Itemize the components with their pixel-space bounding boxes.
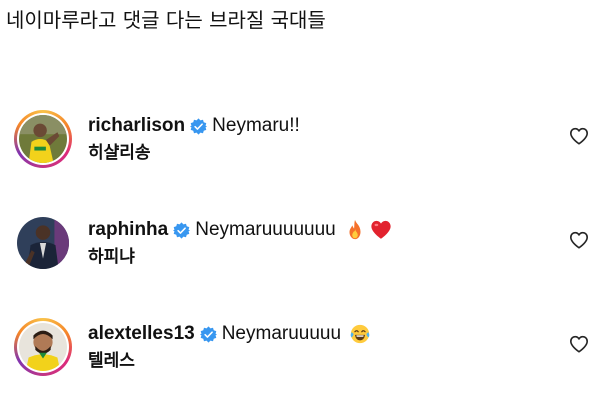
avatar-photo [19, 323, 67, 371]
red-heart-emoji-icon [370, 219, 392, 241]
comment-item: alextelles13 Neymaruuuuu 텔레스 [14, 318, 589, 380]
comment-item: raphinha Neymaruuuuuuu 하피냐 [14, 214, 589, 276]
verified-badge-icon [190, 117, 208, 135]
fire-emoji-icon [344, 219, 366, 241]
avatar[interactable] [14, 110, 72, 168]
heart-outline-icon[interactable] [569, 335, 589, 353]
comment-text: Neymaruuuuu [221, 323, 342, 344]
avatar[interactable] [14, 318, 72, 376]
comment-translation: 하피냐 [88, 247, 135, 267]
comment-username[interactable]: alextelles13 [88, 322, 195, 346]
comment-username[interactable]: raphinha [88, 218, 168, 242]
post-title: 네이마루라고 댓글 다는 브라질 국대들 [6, 8, 326, 32]
comment-text: Neymaruuuuuuu [195, 219, 336, 240]
comment-item: richarlison Neymaru!! 히샬리송 [14, 110, 589, 172]
verified-badge-icon [173, 221, 191, 239]
comment-username[interactable]: richarlison [88, 114, 185, 138]
avatar-photo [17, 217, 69, 269]
verified-badge-icon [199, 325, 217, 343]
heart-outline-icon[interactable] [569, 127, 589, 145]
comment-translation: 텔레스 [88, 351, 135, 371]
comment-translation: 히샬리송 [88, 143, 151, 163]
comment-text: Neymaru!! [212, 115, 300, 136]
heart-outline-icon[interactable] [569, 231, 589, 249]
avatar-photo [19, 115, 67, 163]
avatar[interactable] [14, 214, 72, 272]
tears-of-joy-emoji-icon [349, 323, 371, 345]
